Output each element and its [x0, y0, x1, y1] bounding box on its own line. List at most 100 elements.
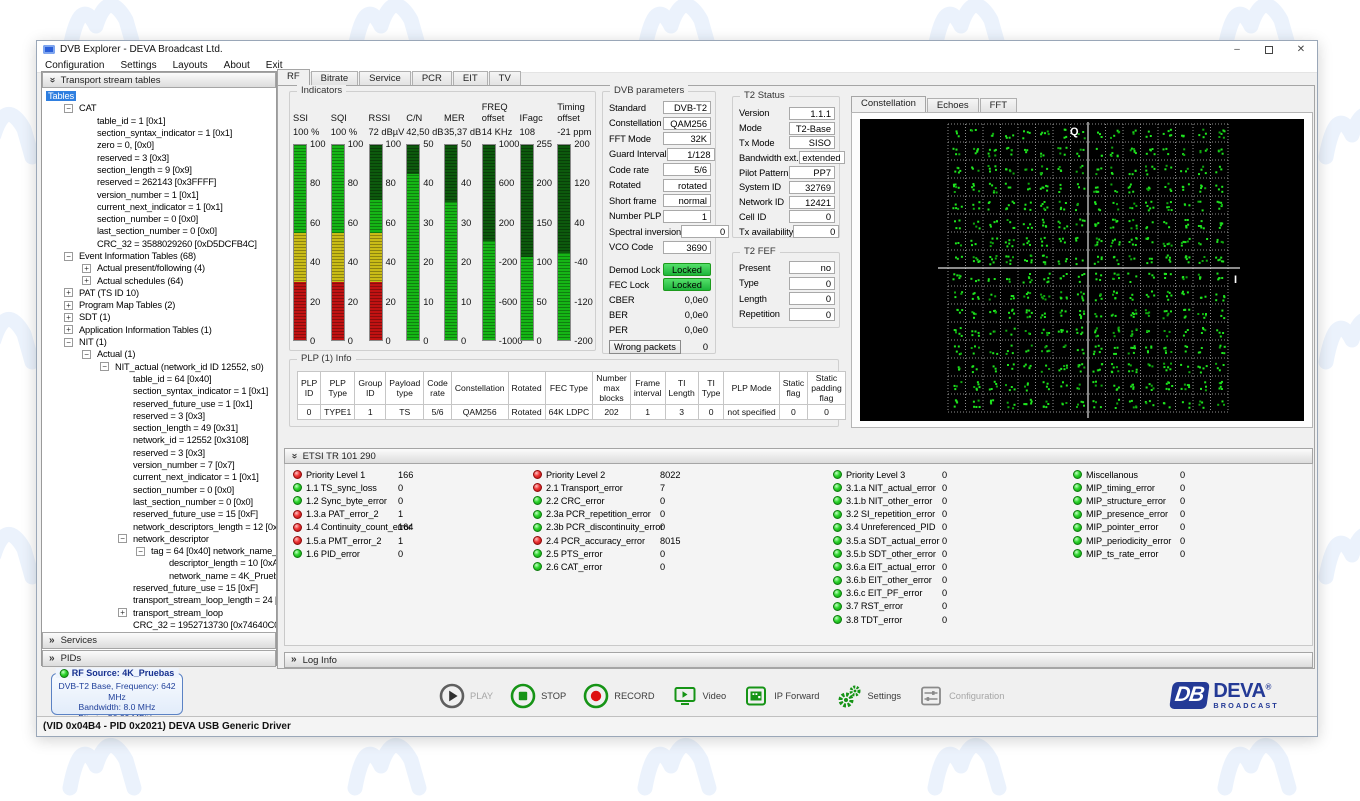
- tree-item[interactable]: network_id = 12552 [0x3108]: [42, 434, 276, 446]
- tree-item[interactable]: − CAT: [42, 102, 276, 114]
- settings-button[interactable]: Settings: [836, 683, 901, 709]
- tree-item-label[interactable]: version_number = 7 [0x7]: [131, 460, 237, 470]
- tree-item[interactable]: section_syntax_indicator = 1 [0x1]: [42, 127, 276, 139]
- minimize-button[interactable]: –: [1221, 41, 1253, 58]
- tree-item-label[interactable]: reserved = 3 [0x3]: [131, 448, 207, 458]
- tree-item-label[interactable]: network_descriptors_length = 12 [0xC]: [131, 522, 276, 532]
- tree-item[interactable]: version_number = 1 [0x1]: [42, 188, 276, 200]
- tree-item-label[interactable]: current_next_indicator = 1 [0x1]: [131, 472, 261, 482]
- tree-item-label[interactable]: table_id = 64 [0x40]: [131, 374, 213, 384]
- expand-node-icon[interactable]: +: [118, 608, 127, 618]
- collapse-node-icon[interactable]: −: [64, 103, 73, 113]
- stop-button[interactable]: STOP: [510, 683, 566, 709]
- tree-item[interactable]: last_section_number = 0 [0x0]: [42, 225, 276, 237]
- tree-item-label[interactable]: Tables: [46, 91, 76, 102]
- tree-item[interactable]: network_descriptors_length = 12 [0xC]: [42, 520, 276, 532]
- tree-item-label[interactable]: CRC_32 = 3588029260 [0xD5DCFB4C]: [95, 239, 259, 249]
- menu-layouts[interactable]: Layouts: [173, 60, 208, 71]
- menu-about[interactable]: About: [224, 60, 250, 71]
- tree-item[interactable]: CRC_32 = 3588029260 [0xD5DCFB4C]: [42, 238, 276, 250]
- video-button[interactable]: Video: [672, 683, 726, 709]
- tree-item[interactable]: section_number = 0 [0x0]: [42, 213, 276, 225]
- menu-settings[interactable]: Settings: [120, 60, 156, 71]
- pids-bar[interactable]: » PIDs: [42, 650, 276, 667]
- tree-item-label[interactable]: reserved_future_use = 15 [0xF]: [131, 583, 260, 593]
- tree-item-label[interactable]: zero = 0, [0x0]: [95, 140, 156, 150]
- expand-node-icon[interactable]: +: [82, 263, 91, 273]
- tree-item[interactable]: + Actual schedules (64): [42, 274, 276, 286]
- tree-item[interactable]: section_length = 9 [0x9]: [42, 164, 276, 176]
- wrong-packets-button[interactable]: Wrong packets: [609, 339, 681, 354]
- expand-node-icon[interactable]: +: [64, 288, 73, 298]
- tree-item-label[interactable]: reserved = 3 [0x3]: [95, 153, 171, 163]
- maximize-button[interactable]: [1253, 41, 1285, 58]
- tree-item[interactable]: version_number = 7 [0x7]: [42, 459, 276, 471]
- ip-forward-button[interactable]: IP Forward: [743, 683, 819, 709]
- tree-item[interactable]: reserved_future_use = 1 [0x1]: [42, 397, 276, 409]
- tree-item[interactable]: descriptor_length = 10 [0xA]: [42, 557, 276, 569]
- tree-item-label[interactable]: reserved = 262143 [0x3FFFF]: [95, 177, 218, 187]
- tree-item-label[interactable]: section_number = 0 [0x0]: [131, 485, 236, 495]
- tree-item-label[interactable]: NIT (1): [77, 337, 109, 347]
- tree-item-label[interactable]: reserved_future_use = 1 [0x1]: [131, 399, 254, 409]
- collapse-node-icon[interactable]: −: [64, 251, 73, 261]
- tree-item[interactable]: + Application Information Tables (1): [42, 324, 276, 336]
- tree-item[interactable]: −tag = 64 [0x40] network_name_descriptor: [42, 545, 276, 557]
- menu-configuration[interactable]: Configuration: [45, 60, 104, 71]
- tree-item-label[interactable]: transport_stream_loop_length = 24 [0x18]: [131, 595, 276, 605]
- tab-tv[interactable]: TV: [488, 71, 521, 85]
- tree-item[interactable]: − network_descriptor: [42, 533, 276, 545]
- tree-item[interactable]: section_syntax_indicator = 1 [0x1]: [42, 385, 276, 397]
- tree-item[interactable]: reserved = 3 [0x3]: [42, 447, 276, 459]
- collapse-node-icon[interactable]: −: [136, 546, 145, 556]
- tree-item-label[interactable]: Actual present/following (4): [95, 263, 207, 273]
- tab-echoes[interactable]: Echoes: [926, 98, 979, 112]
- collapse-node-icon[interactable]: −: [118, 534, 127, 544]
- tree-item[interactable]: network_name = 4K_Pruebas: [42, 570, 276, 582]
- tree-item[interactable]: + PAT (TS ID 10): [42, 287, 276, 299]
- expand-node-icon[interactable]: +: [64, 300, 73, 310]
- tree-item[interactable]: Tables: [42, 90, 276, 102]
- tree-item-label[interactable]: section_number = 0 [0x0]: [95, 214, 200, 224]
- tree-item-label[interactable]: NIT_actual (network_id ID 12552, s0): [113, 362, 266, 372]
- tree-item[interactable]: + transport_stream_loop: [42, 606, 276, 618]
- tree-item-label[interactable]: Program Map Tables (2): [77, 300, 177, 310]
- tree-item-label[interactable]: reserved_future_use = 15 [0xF]: [131, 509, 260, 519]
- etsi-header[interactable]: » ETSI TR 101 290: [284, 448, 1313, 464]
- tree-item-label[interactable]: PAT (TS ID 10): [77, 288, 141, 298]
- log-info-bar[interactable]: » Log Info: [284, 652, 1313, 668]
- tree-item[interactable]: − Actual (1): [42, 348, 276, 360]
- close-button[interactable]: ✕: [1285, 41, 1317, 58]
- tree-item[interactable]: − Event Information Tables (68): [42, 250, 276, 262]
- tree-item[interactable]: current_next_indicator = 1 [0x1]: [42, 201, 276, 213]
- tree-item-label[interactable]: section_syntax_indicator = 1 [0x1]: [131, 386, 270, 396]
- tab-pcr[interactable]: PCR: [411, 71, 452, 85]
- tab-rf[interactable]: RF: [277, 69, 310, 85]
- tree-item-label[interactable]: table_id = 1 [0x1]: [95, 116, 167, 126]
- tree-item-label[interactable]: network_id = 12552 [0x3108]: [131, 435, 251, 445]
- transport-stream-tables-header[interactable]: » Transport stream tables: [42, 72, 276, 88]
- tree-item-label[interactable]: reserved = 3 [0x3]: [131, 411, 207, 421]
- tree-item[interactable]: + Program Map Tables (2): [42, 299, 276, 311]
- tab-bitrate[interactable]: Bitrate: [310, 71, 359, 85]
- tree-item[interactable]: reserved = 3 [0x3]: [42, 410, 276, 422]
- tree-item[interactable]: reserved = 262143 [0x3FFFF]: [42, 176, 276, 188]
- tab-service[interactable]: Service: [359, 71, 411, 85]
- tree-item[interactable]: last_section_number = 0 [0x0]: [42, 496, 276, 508]
- configuration-button[interactable]: Configuration: [918, 683, 1004, 709]
- tree-item-label[interactable]: Event Information Tables (68): [77, 251, 198, 261]
- collapse-node-icon[interactable]: −: [64, 337, 73, 347]
- tree-item[interactable]: CRC_32 = 1952713730 [0x74640C02]: [42, 619, 276, 631]
- tree-item[interactable]: + Actual present/following (4): [42, 262, 276, 274]
- tree-item-label[interactable]: transport_stream_loop: [131, 608, 225, 618]
- tree-item[interactable]: table_id = 64 [0x40]: [42, 373, 276, 385]
- tree-item-label[interactable]: version_number = 1 [0x1]: [95, 190, 201, 200]
- tree-item-label[interactable]: last_section_number = 0 [0x0]: [95, 226, 219, 236]
- tree-item-label[interactable]: network_name = 4K_Pruebas: [167, 571, 276, 581]
- tree-item[interactable]: section_number = 0 [0x0]: [42, 484, 276, 496]
- tree-item[interactable]: reserved_future_use = 15 [0xF]: [42, 582, 276, 594]
- record-button[interactable]: RECORD: [583, 683, 655, 709]
- tree-item[interactable]: current_next_indicator = 1 [0x1]: [42, 471, 276, 483]
- tree-item[interactable]: zero = 0, [0x0]: [42, 139, 276, 151]
- services-bar[interactable]: » Services: [42, 632, 276, 649]
